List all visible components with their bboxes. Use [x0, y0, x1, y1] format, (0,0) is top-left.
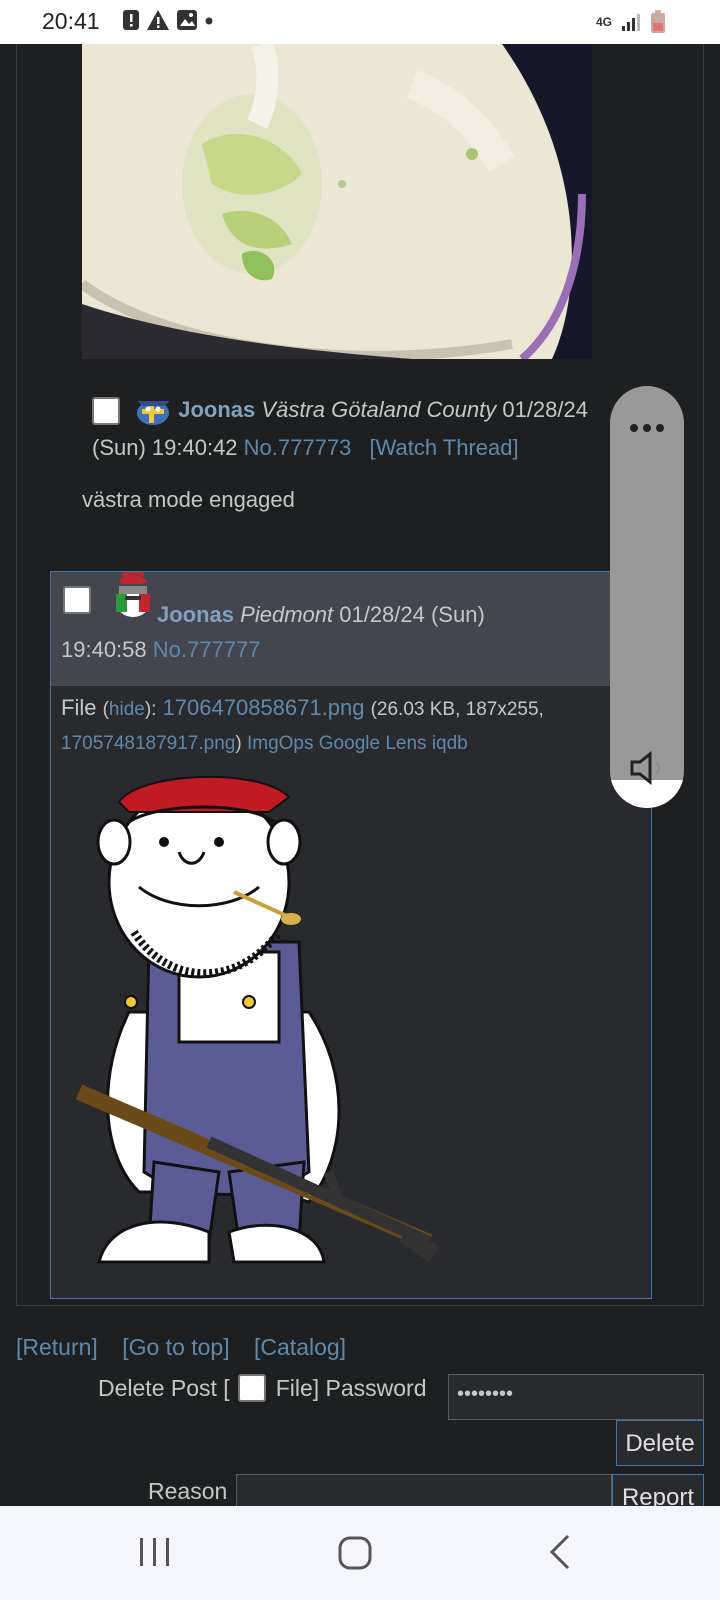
reply-post: Joonas Piedmont 01/28/24 (Sun) 19:40:58 …	[50, 571, 652, 1299]
system-nav-bar	[0, 1506, 720, 1600]
password-field[interactable]: ••••••••	[448, 1374, 704, 1420]
op-post-checkbox[interactable]	[92, 397, 120, 426]
reply-flag-region: Piedmont	[240, 602, 334, 627]
network-type-icon: 4G	[595, 15, 612, 29]
status-time: 20:41	[42, 8, 100, 34]
delete-post-label: Delete Post [	[98, 1374, 230, 1401]
op-post-image[interactable]	[82, 44, 592, 359]
reason-label: Reason	[148, 1478, 228, 1504]
recent-apps-icon[interactable]	[124, 1524, 184, 1584]
op-post-message: västra mode engaged	[82, 487, 295, 512]
reply-poster-name: Joonas	[157, 602, 235, 627]
google-lens-link[interactable]: Google Lens	[319, 733, 427, 754]
reply-post-checkbox[interactable]	[63, 586, 91, 614]
footer-nav: [Return] [Go to top] [Catalog]	[16, 1334, 364, 1361]
iqdb-link[interactable]: iqdb	[432, 733, 468, 754]
op-flag-region: Västra Götaland County	[261, 397, 497, 422]
return-link[interactable]: [Return]	[16, 1334, 98, 1360]
more-options-icon[interactable]	[610, 408, 684, 448]
reply-post-time: 19:40:58	[61, 637, 147, 662]
hide-file-link[interactable]: hide	[109, 699, 145, 720]
imgops-link[interactable]: ImgOps	[247, 733, 314, 754]
battery-icon	[651, 10, 665, 33]
original-file-name[interactable]: 1705748187917.png	[61, 733, 235, 754]
reply-post-date: 01/28/24 (Sun)	[339, 602, 485, 627]
warning-icon	[147, 10, 169, 30]
reply-post-image[interactable]	[59, 772, 439, 1282]
op-post-time: (Sun) 19:40:42	[92, 435, 238, 460]
op-post-header: Joonas Västra Götaland County 01/28/24	[92, 392, 612, 428]
delete-post-row: Delete Post [ File] Password	[98, 1374, 427, 1402]
catalog-link[interactable]: [Catalog]	[254, 1334, 346, 1360]
gallery-icon	[177, 10, 197, 30]
volume-speaker-icon[interactable]	[610, 748, 684, 788]
signal-icon	[622, 14, 640, 31]
file-meta: (26.03 KB, 187x255,	[370, 699, 544, 720]
volume-panel[interactable]	[610, 386, 684, 808]
reply-post-number[interactable]: No.777777	[153, 637, 261, 662]
alert-icon	[123, 10, 139, 30]
file-password-label: File] Password	[275, 1374, 427, 1401]
flag-sweden-icon	[137, 401, 171, 426]
op-post-number[interactable]: No.777773	[244, 435, 352, 460]
go-to-top-link[interactable]: [Go to top]	[122, 1334, 229, 1360]
delete-file-only-checkbox[interactable]	[237, 1374, 266, 1402]
op-poster-name: Joonas	[178, 397, 256, 422]
file-label: File	[61, 695, 97, 720]
back-icon[interactable]	[530, 1524, 590, 1584]
delete-button[interactable]: Delete	[616, 1420, 704, 1466]
reply-post-header: Joonas Piedmont 01/28/24 (Sun) 19:40:58 …	[51, 572, 651, 686]
dot-icon	[205, 17, 213, 25]
op-post-date: 01/28/24	[502, 397, 588, 422]
flag-italy-icon	[116, 572, 150, 617]
file-info: File (hide): 1706470858671.png (26.03 KB…	[61, 695, 544, 720]
watch-thread-link[interactable]: [Watch Thread]	[369, 435, 518, 460]
file-name-link[interactable]: 1706470858671.png	[163, 695, 365, 720]
status-bar: 20:41 4G	[0, 0, 720, 44]
home-icon[interactable]	[326, 1524, 386, 1584]
